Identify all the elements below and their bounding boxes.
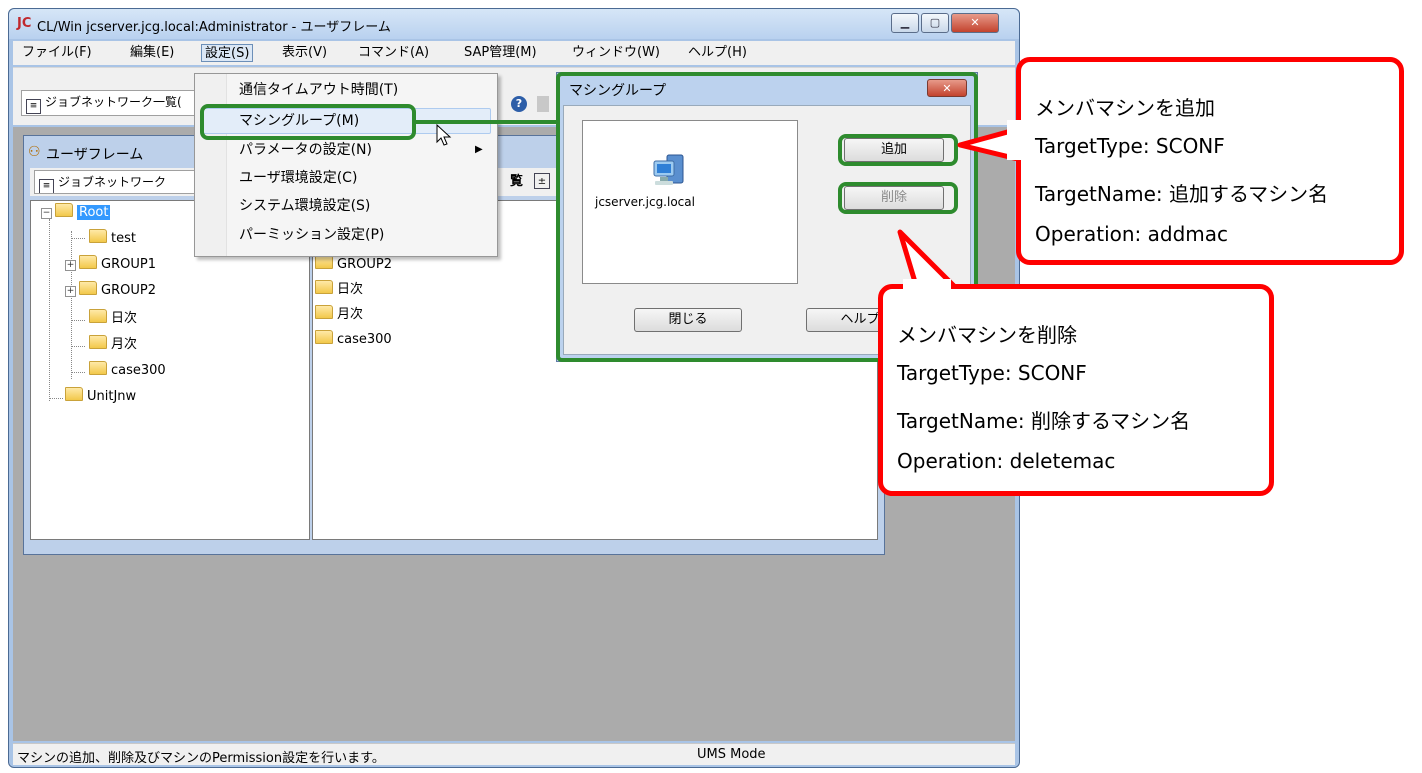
list-item[interactable]: case300 — [315, 330, 392, 348]
joblist-icon: ≡ — [26, 99, 41, 114]
menu-bar: ファイル(F) 編集(E) 設定(S) 表示(V) コマンド(A) SAP管理(… — [13, 41, 1015, 65]
tree-item[interactable]: + GROUP2 — [65, 281, 156, 299]
callout-add-title: メンバマシンを追加 — [1035, 96, 1215, 120]
app-logo: JC — [17, 16, 32, 31]
tree-item[interactable]: case300 — [89, 361, 166, 379]
tree-item[interactable]: test — [89, 229, 136, 247]
callout-delete-target-name: TargetName: 削除するマシン名 — [897, 409, 1191, 433]
tree-item[interactable]: 月次 — [89, 335, 137, 353]
list-item[interactable]: 日次 — [315, 280, 363, 298]
callout-delete-title: メンバマシンを削除 — [897, 323, 1077, 347]
callout-delete: メンバマシンを削除 TargetType: SCONF TargetName: … — [878, 279, 1274, 496]
list-item[interactable]: GROUP2 — [315, 255, 392, 273]
menu-item-parameters[interactable]: パラメータの設定(N) — [239, 138, 372, 162]
highlight-add-button — [838, 134, 958, 166]
folder-icon — [89, 309, 107, 323]
tree-item[interactable]: + GROUP1 — [65, 255, 156, 273]
close-button[interactable]: ✕ — [951, 13, 999, 33]
menu-item-permission[interactable]: パーミッション設定(P) — [239, 223, 384, 247]
expand-icon[interactable]: + — [65, 286, 76, 297]
folder-icon — [315, 330, 333, 344]
status-bar: マシンの追加、削除及びマシンのPermission設定を行います。 UMS Mo… — [13, 743, 1015, 766]
menu-edit[interactable]: 編集(E) — [127, 44, 177, 62]
menu-settings[interactable]: 設定(S) — [201, 44, 254, 62]
folder-icon — [79, 255, 97, 269]
folder-icon — [315, 255, 333, 269]
list-view-button[interactable]: 覧 — [510, 172, 530, 192]
folder-icon — [55, 203, 73, 217]
callout-add-target-name: TargetName: 追加するマシン名 — [1035, 182, 1329, 206]
menu-item-user-env[interactable]: ユーザ環境設定(C) — [239, 166, 357, 190]
tree-item[interactable]: UnitJnw — [65, 387, 136, 405]
callout-add-target-type: TargetType: SCONF — [1035, 134, 1225, 158]
folder-icon — [65, 387, 83, 401]
user-icon: ⚇ — [28, 144, 41, 160]
menu-window[interactable]: ウィンドウ(W) — [569, 44, 663, 62]
list-item[interactable]: 月次 — [315, 305, 363, 323]
menu-item-system-env[interactable]: システム環境設定(S) — [239, 194, 370, 218]
maximize-button[interactable]: ▢ — [921, 13, 949, 33]
folder-icon — [89, 361, 107, 375]
child-view-combo[interactable]: ≡ ジョブネットワーク — [34, 170, 214, 194]
child-window-title: ユーザフレーム — [46, 147, 144, 163]
highlight-connector — [414, 120, 560, 124]
folder-icon — [315, 280, 333, 294]
collapse-icon[interactable]: − — [41, 208, 52, 219]
menu-sap[interactable]: SAP管理(M) — [461, 44, 540, 62]
highlight-machine-group-item — [200, 104, 416, 140]
folder-icon — [89, 229, 107, 243]
tree-root[interactable]: − Root — [41, 203, 111, 221]
folder-icon — [315, 305, 333, 319]
window-title: CL/Win jcserver.jcg.local:Administrator … — [37, 20, 391, 35]
callout-delete-target-type: TargetType: SCONF — [897, 361, 1087, 385]
menu-item-timeout[interactable]: 通信タイムアウト時間(T) — [239, 78, 398, 102]
title-bar: JC CL/Win jcserver.jcg.local:Administrat… — [9, 9, 1019, 39]
menu-file[interactable]: ファイル(F) — [19, 44, 95, 62]
view-combo-label: ジョブネットワーク一覧( — [45, 95, 182, 109]
menu-command[interactable]: コマンド(A) — [355, 44, 432, 62]
child-view-combo-label: ジョブネットワーク — [58, 175, 167, 189]
tree-item[interactable]: 日次 — [89, 309, 137, 327]
callout-delete-operation: Operation: deletemac — [897, 449, 1116, 473]
settings-dropdown-menu: 通信タイムアウト時間(T) マシングループ(M) パラメータの設定(N) ▶ ユ… — [194, 73, 498, 257]
status-mode: UMS Mode — [697, 747, 766, 762]
minimize-button[interactable]: ▁ — [891, 13, 919, 33]
joblist-icon: ≡ — [39, 179, 54, 193]
toolbar-icon[interactable] — [537, 96, 549, 112]
status-message: マシンの追加、削除及びマシンのPermission設定を行います。 — [17, 751, 385, 766]
expand-icon[interactable]: + — [65, 260, 76, 271]
highlight-delete-button — [838, 182, 958, 214]
folder-icon — [89, 335, 107, 349]
submenu-arrow-icon: ▶ — [475, 144, 483, 155]
help-icon[interactable]: ? — [511, 96, 527, 112]
callout-add: メンバマシンを追加 TargetType: SCONF TargetName: … — [1007, 57, 1404, 265]
callout-add-operation: Operation: addmac — [1035, 222, 1229, 246]
expand-icon[interactable]: ± — [534, 173, 550, 189]
view-combo[interactable]: ≡ ジョブネットワーク一覧( — [21, 90, 201, 116]
menu-help[interactable]: ヘルプ(H) — [685, 44, 750, 62]
mouse-cursor-icon — [436, 124, 452, 146]
menu-view[interactable]: 表示(V) — [279, 44, 330, 62]
folder-icon — [79, 281, 97, 295]
